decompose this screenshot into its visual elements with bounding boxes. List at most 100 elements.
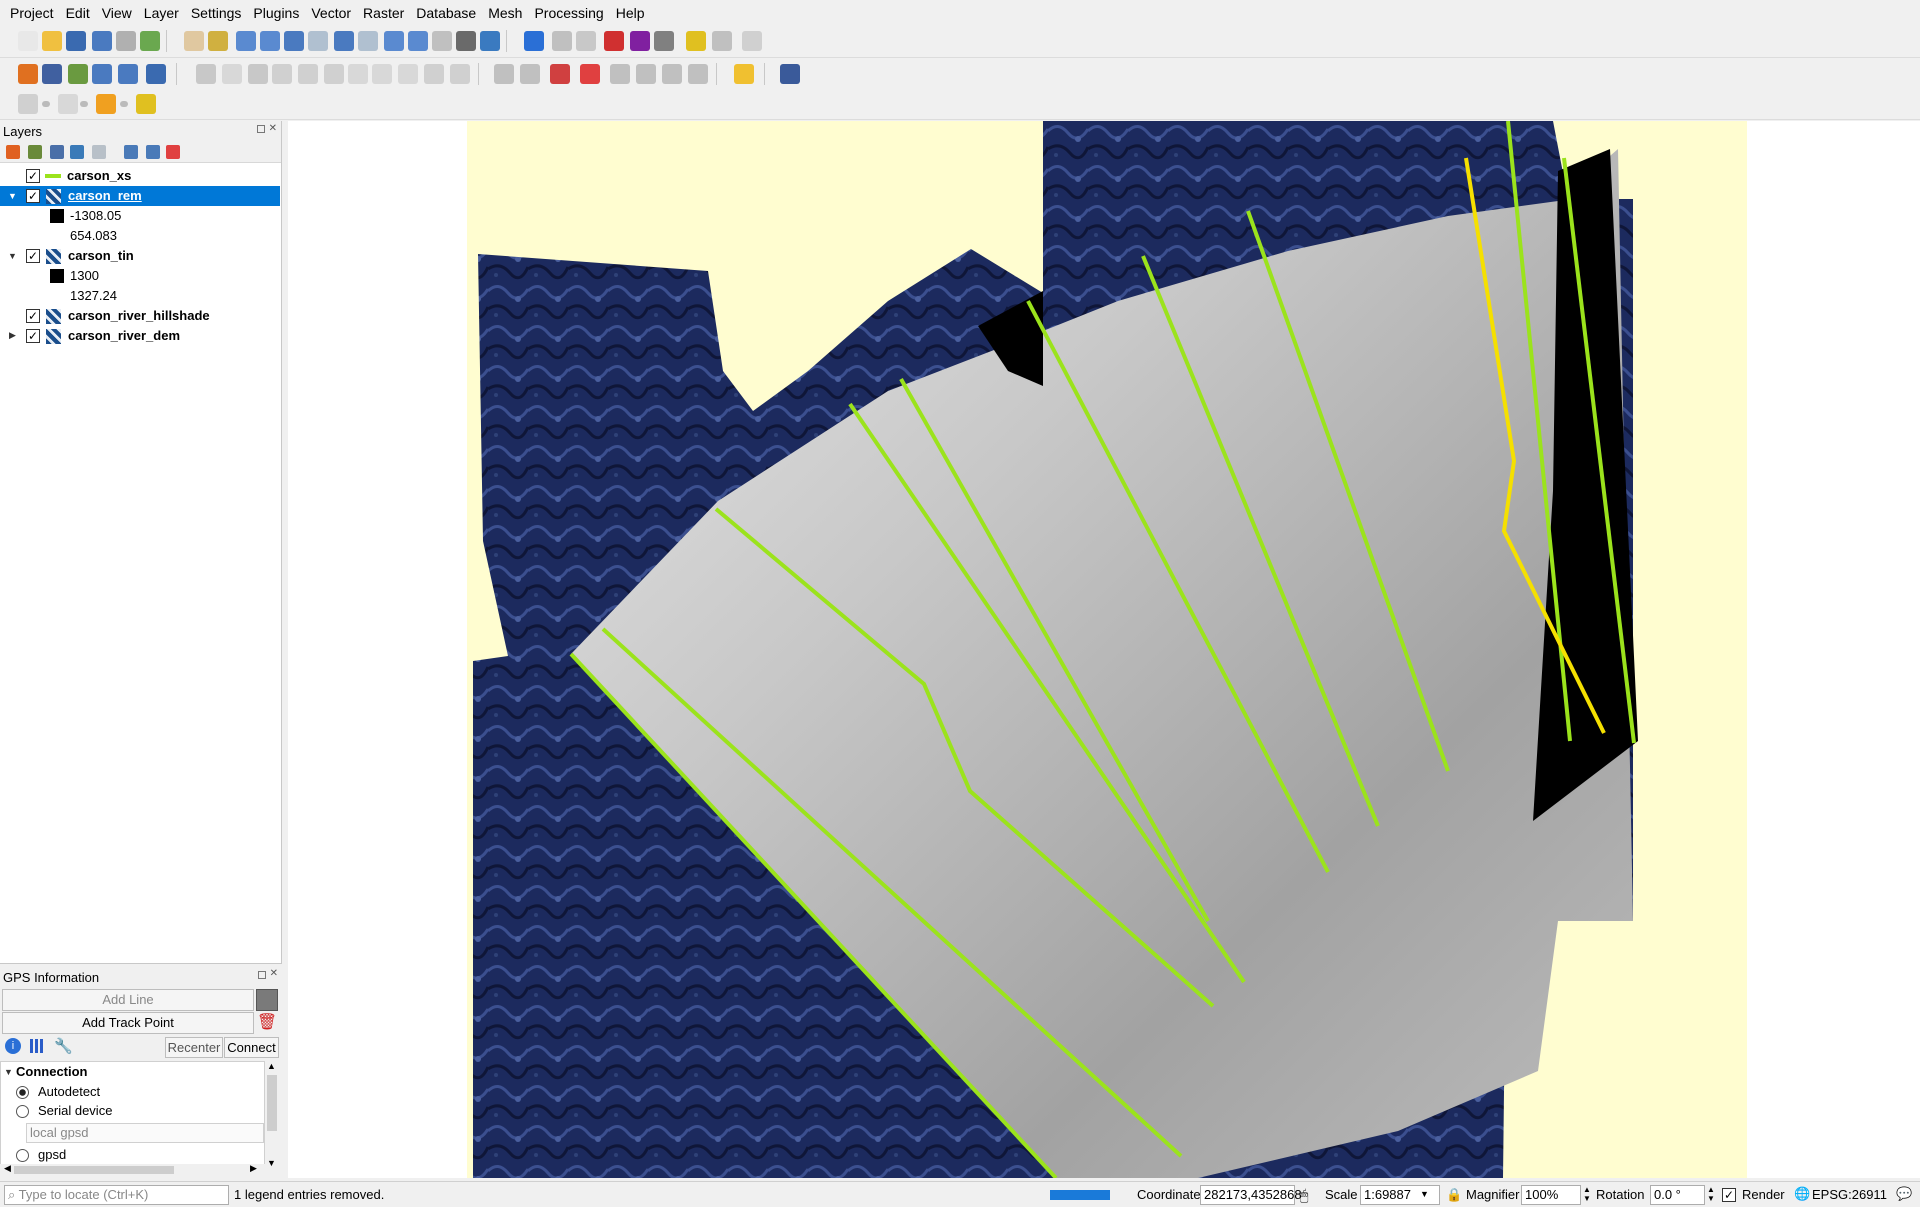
layer-visibility-checkbox[interactable]: ✓	[26, 309, 40, 323]
zoom-native-icon[interactable]	[358, 31, 378, 51]
serial-device-radio[interactable]	[16, 1105, 29, 1118]
label-icon[interactable]	[494, 64, 514, 84]
python-console-icon[interactable]	[734, 64, 754, 84]
add-track-point-button[interactable]: Add Track Point	[2, 1012, 254, 1034]
delete-selected-icon[interactable]	[324, 64, 344, 84]
map-canvas[interactable]	[288, 121, 1920, 1178]
add-virtual-layer-icon[interactable]	[118, 64, 138, 84]
expand-all-icon[interactable]	[124, 145, 138, 159]
menu-settings[interactable]: Settings	[185, 5, 248, 21]
text-annotation-icon[interactable]	[742, 31, 762, 51]
filter-legend-icon[interactable]	[70, 145, 84, 159]
rotation-spinbox[interactable]: 0.0 °	[1650, 1185, 1705, 1205]
save-as-icon[interactable]	[92, 31, 112, 51]
expand-arrow-icon[interactable]: ▶	[9, 330, 16, 341]
paste-features-icon[interactable]	[398, 64, 418, 84]
collapse-arrow-icon[interactable]: ▼	[4, 1067, 13, 1077]
print-layout-icon[interactable]	[116, 31, 136, 51]
menu-raster[interactable]: Raster	[357, 5, 410, 21]
new-project-icon[interactable]	[18, 31, 38, 51]
coordinate-field[interactable]: 282173,4352868	[1200, 1185, 1302, 1205]
menu-layer[interactable]: Layer	[138, 5, 185, 21]
sum-icon[interactable]	[630, 31, 650, 51]
pan-icon[interactable]	[184, 31, 204, 51]
vertex-tool-icon[interactable]	[298, 64, 318, 84]
float-panel-icon[interactable]	[257, 125, 265, 133]
georeferencer-icon[interactable]	[146, 64, 166, 84]
menu-plugins[interactable]: Plugins	[247, 5, 305, 21]
vertical-scrollbar[interactable]: ▲ ▼	[265, 1061, 279, 1171]
close-panel-icon[interactable]: ✕	[269, 123, 277, 134]
remove-layer-icon[interactable]	[166, 145, 180, 159]
zoom-layer-icon[interactable]	[334, 31, 354, 51]
close-panel-icon[interactable]: ✕	[270, 968, 278, 979]
manage-visibility-icon[interactable]	[50, 145, 64, 159]
layer-visibility-checkbox[interactable]: ✓	[26, 169, 40, 183]
zoom-out-icon[interactable]	[260, 31, 280, 51]
scroll-right-icon[interactable]: ▶	[250, 1163, 257, 1174]
spin-arrows-icon[interactable]: ▲ ▼	[1707, 1185, 1715, 1203]
menu-project[interactable]: Project	[4, 5, 60, 21]
menu-database[interactable]: Database	[410, 5, 482, 21]
annotation-icon[interactable]	[712, 31, 732, 51]
select-icon[interactable]	[576, 31, 596, 51]
zoom-full-icon[interactable]	[284, 31, 304, 51]
recenter-button[interactable]: Recenter	[165, 1037, 223, 1058]
zoom-last-icon[interactable]	[384, 31, 404, 51]
add-delimited-text-icon[interactable]	[68, 64, 88, 84]
scroll-up-icon[interactable]: ▲	[267, 1061, 276, 1071]
locate-search-input[interactable]: ⌕ Type to locate (Ctrl+K)	[4, 1185, 229, 1205]
label-settings-icon[interactable]	[520, 64, 540, 84]
menu-view[interactable]: View	[96, 5, 138, 21]
scroll-left-icon[interactable]: ◀	[4, 1163, 11, 1174]
menu-help[interactable]: Help	[610, 5, 651, 21]
deselect-all-icon[interactable]	[58, 94, 78, 114]
lock-icon[interactable]: 🔒	[1446, 1187, 1462, 1203]
add-line-button[interactable]: Add Line	[2, 989, 254, 1011]
menu-processing[interactable]: Processing	[528, 5, 609, 21]
zoom-next-icon[interactable]	[408, 31, 428, 51]
cut-features-icon[interactable]	[348, 64, 368, 84]
undo-icon[interactable]	[424, 64, 444, 84]
add-vector-layer-icon[interactable]	[18, 64, 38, 84]
digitize-icon[interactable]	[92, 64, 112, 84]
filter-by-expression-icon[interactable]	[92, 145, 106, 159]
layer-row-carson-river-dem[interactable]: ▶ ✓ carson_river_dem	[0, 326, 280, 346]
layer-visibility-checkbox[interactable]: ✓	[26, 329, 40, 343]
identify-icon[interactable]	[524, 31, 544, 51]
connect-button[interactable]: Connect	[224, 1037, 279, 1058]
rotate-label-icon[interactable]	[662, 64, 682, 84]
layer-row-carson-xs[interactable]: ✓ carson_xs	[0, 166, 280, 186]
new-map-view-icon[interactable]	[432, 31, 452, 51]
redo-icon[interactable]	[450, 64, 470, 84]
change-label-icon[interactable]	[688, 64, 708, 84]
layer-row-carson-river-hillshade[interactable]: ✓ carson_river_hillshade	[0, 306, 280, 326]
collapse-arrow-icon[interactable]: ▼	[8, 191, 17, 201]
select-features-icon[interactable]	[18, 94, 38, 114]
info-icon[interactable]: i	[5, 1038, 21, 1054]
zoom-selection-icon[interactable]	[308, 31, 328, 51]
attribute-table-icon[interactable]	[552, 31, 572, 51]
statistics-icon[interactable]	[604, 31, 624, 51]
signal-chart-icon[interactable]	[30, 1039, 46, 1053]
settings-wrench-icon[interactable]: 🔧	[54, 1037, 73, 1055]
delete-icon[interactable]: 🗑	[256, 1012, 278, 1034]
globe-icon[interactable]: 🌐	[1794, 1186, 1810, 1202]
autodetect-radio[interactable]	[16, 1086, 29, 1099]
messages-icon[interactable]: 💬	[1896, 1186, 1912, 1202]
add-group-icon[interactable]	[28, 145, 42, 159]
help-icon[interactable]	[780, 64, 800, 84]
horizontal-scrollbar[interactable]: ◀ ▶	[0, 1163, 265, 1176]
copy-features-icon[interactable]	[372, 64, 392, 84]
scroll-thumb[interactable]	[267, 1075, 277, 1131]
pan-to-selection-icon[interactable]	[208, 31, 228, 51]
menu-mesh[interactable]: Mesh	[482, 5, 528, 21]
toggle-editing-icon[interactable]	[222, 64, 242, 84]
collapse-arrow-icon[interactable]: ▼	[8, 251, 17, 261]
style-manager-icon[interactable]	[6, 145, 20, 159]
gpsd-host-input[interactable]: local gpsd	[26, 1123, 264, 1143]
abc-label-icon[interactable]	[580, 64, 600, 84]
zoom-in-icon[interactable]	[236, 31, 256, 51]
save-project-icon[interactable]	[66, 31, 86, 51]
collapse-all-icon[interactable]	[146, 145, 160, 159]
